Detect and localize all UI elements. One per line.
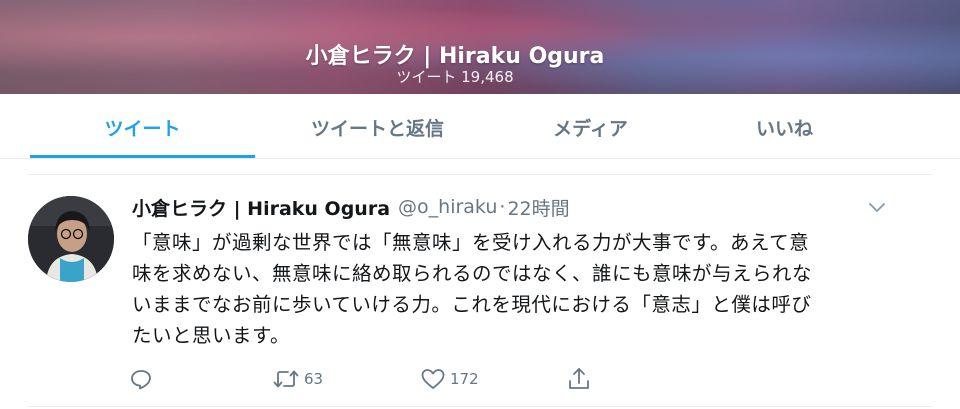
tweet-text: 「意味」が過剰な世界では「無意味」を受け入れる力が大事です。あえて意 味を求めな… <box>132 227 902 351</box>
tweet-text-line: 味を求めない、無意味に絡め取られるのではなく、誰にも意味が与えられな <box>132 262 813 285</box>
tabs-divider <box>0 158 960 159</box>
tweet-timestamp[interactable]: 22時間 <box>507 194 569 221</box>
tweet-text-line: たいと思います。 <box>132 324 291 347</box>
share-icon <box>569 368 589 389</box>
profile-tabs: ツイート ツイートと返信 メディア いいね <box>0 94 960 160</box>
like-button[interactable]: 172 <box>420 366 479 392</box>
retweet-icon <box>273 370 299 388</box>
separator-dot: · <box>499 196 506 218</box>
author-name[interactable]: 小倉ヒラク | Hiraku Ogura <box>132 194 390 221</box>
retweet-button[interactable]: 63 <box>272 366 323 392</box>
tweet-text-line: 「意味」が過剰な世界では「無意味」を受け入れる力が大事です。あえて意 <box>132 231 810 254</box>
profile-header-banner: 小倉ヒラク | Hiraku Ogura ツイート 19,468 <box>0 0 960 94</box>
heart-icon <box>421 369 445 389</box>
tweet-header: 小倉ヒラク | Hiraku Ogura @o_hiraku · 22時間 <box>132 193 570 221</box>
tab-tweets-and-replies[interactable]: ツイートと返信 <box>265 94 490 160</box>
like-count: 172 <box>450 370 479 388</box>
retweet-count: 63 <box>304 370 324 388</box>
profile-tweet-count: ツイート 19,468 <box>396 68 514 86</box>
tab-media[interactable]: メディア <box>478 94 703 160</box>
tweet-text-line: いままでなお前に歩いていける力。これを現代における「意志」と僕は呼び <box>132 293 812 316</box>
timeline-top-divider <box>28 174 932 175</box>
tweet-bottom-divider <box>28 406 932 407</box>
author-handle[interactable]: @o_hiraku <box>398 196 497 218</box>
avatar-image <box>28 196 114 282</box>
tab-tweets[interactable]: ツイート <box>30 94 255 160</box>
share-button[interactable] <box>566 366 596 392</box>
reply-button[interactable] <box>128 366 158 392</box>
tab-likes[interactable]: いいね <box>672 94 897 160</box>
tweet-menu-button[interactable] <box>866 198 888 216</box>
reply-icon <box>131 370 151 390</box>
avatar[interactable] <box>28 196 114 282</box>
chevron-down-icon <box>869 203 885 212</box>
